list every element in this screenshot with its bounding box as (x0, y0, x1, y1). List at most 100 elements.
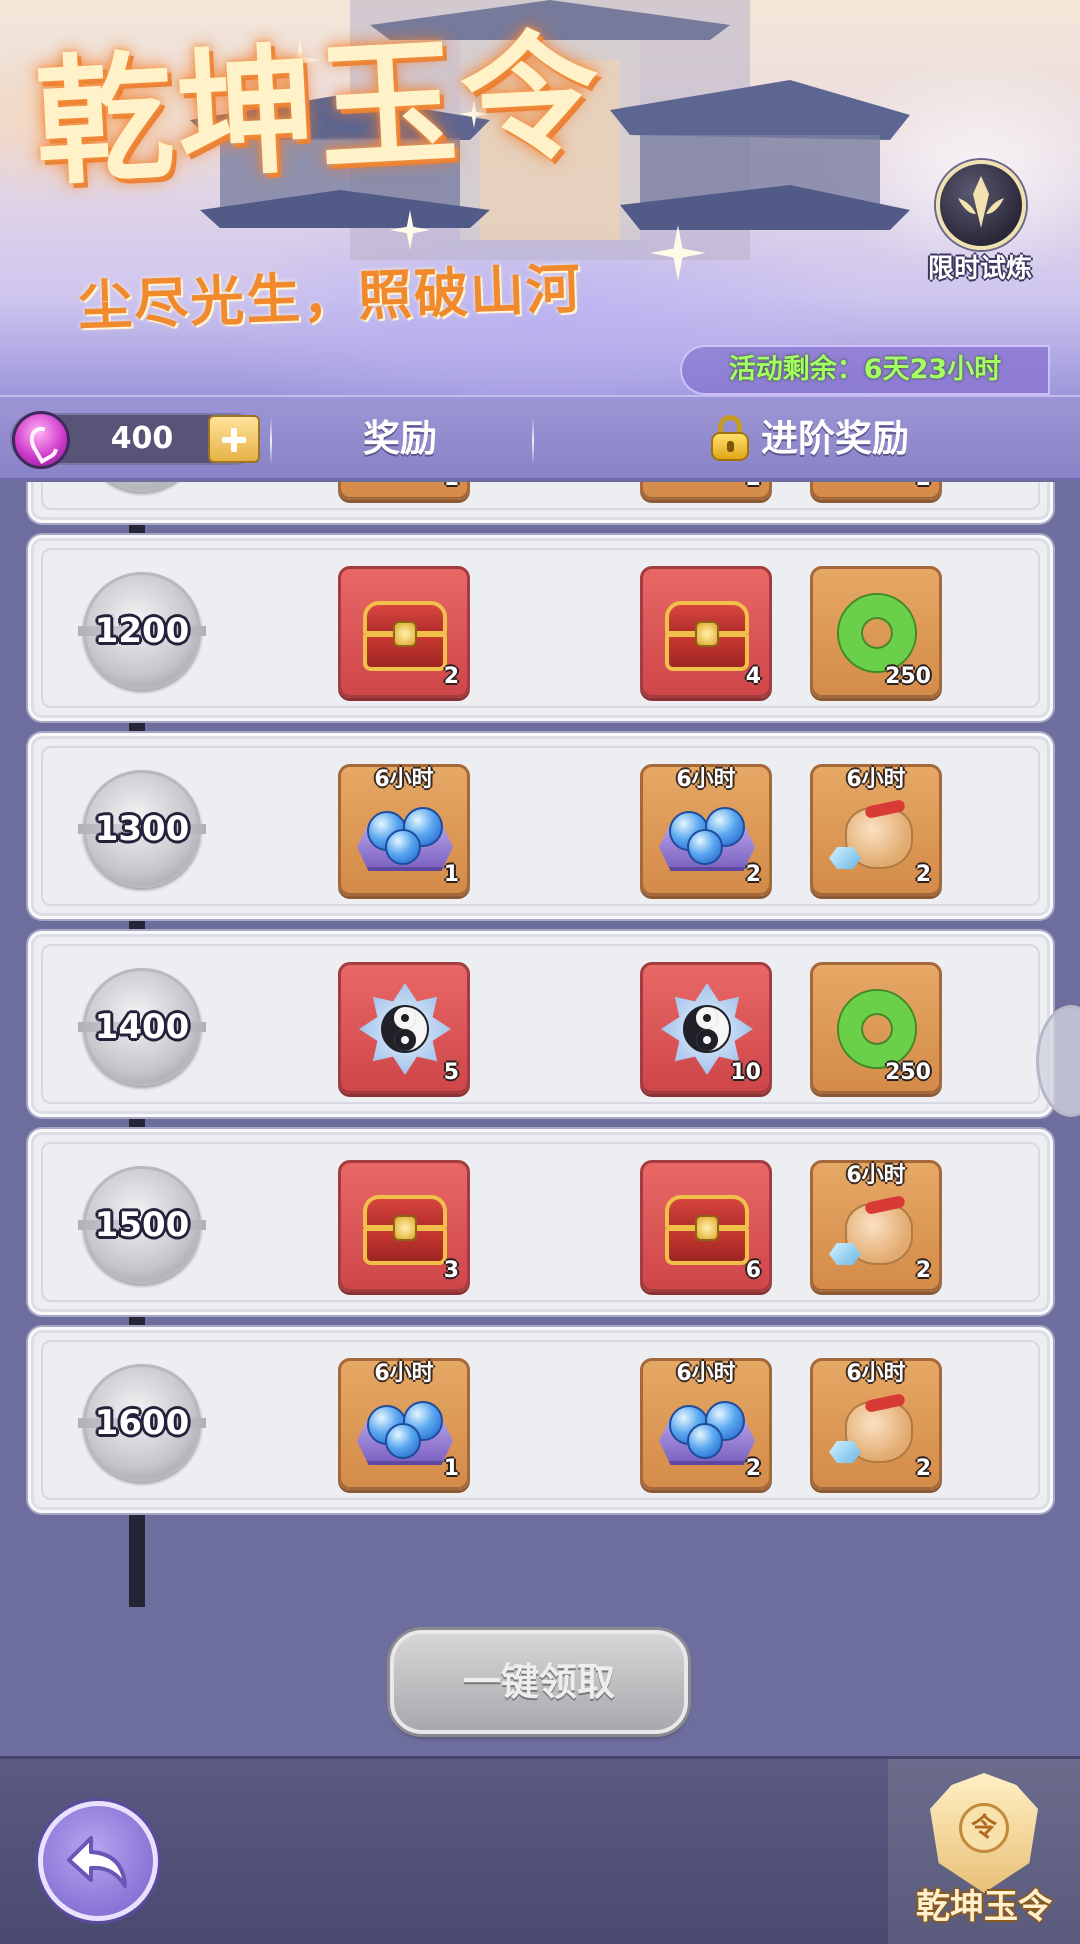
tier-level-number: 1200 (94, 611, 190, 651)
reward-tier-row: 1500 3 6 6小时 2 (28, 1129, 1053, 1315)
tier-level-badge: 1400 (78, 968, 206, 1086)
item-count: 10 (730, 1060, 761, 1085)
currency-amount: 400 (110, 421, 174, 456)
item-count: 2 (915, 862, 931, 887)
reward-item-adv1[interactable]: 6 (640, 1160, 772, 1292)
event-banner: 乾坤玉令 尘尽光生，照破山河 限时试炼 活动剩余：6天23小时 (0, 0, 1080, 395)
jade-pass-shortcut[interactable]: 令 乾坤玉令 (888, 1759, 1080, 1944)
orb-tray-icon (355, 482, 455, 485)
add-currency-button[interactable] (208, 415, 260, 463)
reward-item-free[interactable]: 6小时 1 (338, 764, 470, 896)
reward-item-free[interactable]: 2 (338, 566, 470, 698)
tier-level-number: 1400 (94, 1007, 190, 1047)
reward-item-adv1[interactable]: 4 (640, 566, 772, 698)
reward-tier-row: 1300 6小时 1 6小时 2 6小时 2 (28, 733, 1053, 919)
tier-level-badge: 1100 (83, 482, 201, 492)
jade-pass-label: 乾坤玉令 (916, 1887, 1052, 1927)
reward-item-adv1[interactable]: 6小时2 (640, 482, 772, 500)
back-arrow-icon (67, 1836, 127, 1888)
item-count: 1 (443, 862, 459, 887)
tier-level-number: 1600 (94, 1403, 190, 1443)
tier-level-badge: 1500 (78, 1166, 206, 1284)
item-count: 6 (745, 1258, 761, 1283)
tier-level-number: 1300 (94, 809, 190, 849)
tier-level-number: 1100 (86, 482, 198, 489)
item-count: 2 (745, 1456, 761, 1481)
reward-item-adv2[interactable]: 6小时 2 (810, 764, 942, 896)
reward-item-adv1[interactable]: 10 (640, 962, 772, 1094)
item-duration-label: 6小时 (374, 1361, 434, 1386)
limited-trial-label: 限时试炼 (927, 254, 1032, 284)
item-count: 250 (885, 664, 931, 689)
orb-tray-icon (657, 482, 757, 485)
tab-divider (270, 417, 272, 465)
item-count: 2 (915, 1258, 931, 1283)
reward-item-free[interactable]: 6小时1 (338, 482, 470, 500)
item-count: 1 (443, 1456, 459, 1481)
item-count: 250 (885, 1060, 931, 1085)
event-title: 乾坤玉令 (31, 12, 607, 205)
trial-emblem-icon (936, 160, 1026, 250)
claim-all-label: 一键领取 (462, 1660, 615, 1704)
item-count: 2 (443, 664, 459, 689)
item-count: 5 (443, 1060, 459, 1085)
item-count: 1 (444, 482, 459, 491)
reward-item-adv2[interactable]: 250 (810, 566, 942, 698)
plus-icon (210, 417, 258, 461)
item-duration-label: 6小时 (846, 767, 906, 792)
chest-icon (355, 583, 455, 683)
item-count: 2 (915, 1456, 931, 1481)
tab-bar: 400 奖励 进阶奖励 (0, 395, 1080, 480)
orb-tray-icon (355, 1375, 455, 1475)
reward-item-free[interactable]: 5 (338, 962, 470, 1094)
item-count: 2 (745, 862, 761, 887)
reward-item-adv2[interactable]: 250 (810, 962, 942, 1094)
item-count: 2 (916, 482, 931, 491)
orb-tray-icon (657, 1375, 757, 1475)
pass-seal-icon: 令 (959, 1803, 1009, 1853)
reward-tier-row: 1600 6小时 1 6小时 2 6小时 2 (28, 1327, 1053, 1513)
lock-icon (711, 414, 749, 461)
item-duration-label: 6小时 (676, 767, 736, 792)
reward-item-adv2[interactable]: 6小时2 (810, 1160, 942, 1292)
reward-item-adv1[interactable]: 6小时 2 (640, 1358, 772, 1490)
item-duration-label: 6小时 (846, 1361, 906, 1386)
tier-level-badge: 1200 (78, 572, 206, 690)
tab-divider (532, 417, 534, 465)
tab-advanced-rewards[interactable]: 进阶奖励 (540, 397, 1080, 482)
tab-advanced-label: 进阶奖励 (761, 417, 909, 460)
reward-tier-row: 1100 6小时1 6小时2 6小时2 (28, 482, 1053, 523)
yin-yang-icon (355, 979, 455, 1079)
item-count: 3 (443, 1258, 459, 1283)
bottom-bar: 令 乾坤玉令 (0, 1756, 1080, 1944)
reward-item-free[interactable]: 6小时 1 (338, 1358, 470, 1490)
reward-tier-list[interactable]: 11006小时16小时26小时212002425013006小时16小时26小时… (0, 482, 1080, 1607)
event-countdown: 活动剩余：6天23小时 (680, 345, 1050, 395)
orb-tray-icon (657, 781, 757, 881)
tier-level-number: 1500 (94, 1205, 190, 1245)
reward-tier-row: 1400 5 10 250 (28, 931, 1053, 1117)
item-duration-label: 6小时 (374, 767, 434, 792)
tier-level-badge: 1600 (78, 1364, 206, 1482)
item-duration-label: 6小时 (676, 1361, 736, 1386)
chest-icon (657, 1177, 757, 1277)
reward-tier-row: 1200 2 4 250 (28, 535, 1053, 721)
reward-item-adv2[interactable]: 6小时 2 (810, 1358, 942, 1490)
back-button[interactable] (38, 1801, 158, 1921)
pouch-icon (827, 781, 927, 881)
item-count: 4 (745, 664, 761, 689)
reward-item-free[interactable]: 3 (338, 1160, 470, 1292)
tab-rewards[interactable]: 奖励 (275, 397, 525, 482)
claim-all-button[interactable]: 一键领取 (390, 1630, 688, 1734)
orb-tray-icon (355, 781, 455, 881)
pouch-icon (827, 1375, 927, 1475)
spirit-gem-icon (12, 411, 70, 469)
limited-trial-button[interactable]: 限时试炼 (920, 160, 1040, 285)
pouch-icon (827, 1177, 927, 1277)
reward-item-adv2[interactable]: 6小时2 (810, 482, 942, 500)
item-count: 2 (746, 482, 761, 491)
currency-display: 400 (10, 411, 260, 469)
chest-icon (657, 583, 757, 683)
reward-item-adv1[interactable]: 6小时 2 (640, 764, 772, 896)
chest-icon (355, 1177, 455, 1277)
